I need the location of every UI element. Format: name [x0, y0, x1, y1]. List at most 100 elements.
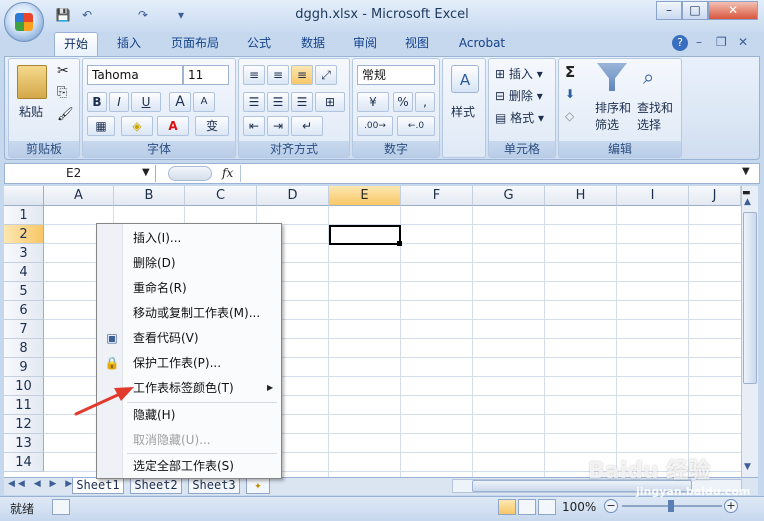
menu-item-delete[interactable]: 删除(D) [133, 252, 176, 274]
phonetic-button[interactable]: 变 [195, 116, 229, 136]
row-header-2[interactable]: 2 [4, 225, 44, 244]
tab-insert[interactable]: 插入 [108, 32, 150, 56]
fill-color-button[interactable]: ◈ [121, 116, 153, 136]
column-header-c[interactable]: C [185, 186, 257, 206]
styles-icon[interactable]: A [451, 65, 479, 93]
wrap-text-icon[interactable]: ↵ [291, 116, 323, 136]
select-all-corner[interactable] [4, 186, 44, 206]
tab-acrobat[interactable]: Acrobat [452, 32, 512, 56]
close-button[interactable]: ✕ [708, 1, 758, 20]
paste-icon[interactable] [17, 65, 47, 99]
sort-filter-icon[interactable] [597, 63, 627, 91]
decrease-indent-icon[interactable]: ⇤ [243, 116, 265, 136]
formula-input[interactable] [240, 165, 740, 182]
ribbon-restore-icon[interactable]: ❐ [716, 35, 727, 49]
formula-splitter[interactable] [168, 166, 212, 181]
insert-sheet-icon[interactable]: ✦ [246, 478, 270, 494]
paste-label[interactable]: 粘贴 [19, 103, 43, 120]
normal-view-icon[interactable] [498, 499, 516, 515]
tab-home[interactable]: 开始 [54, 32, 98, 56]
column-header-a[interactable]: A [44, 186, 114, 206]
office-button[interactable] [4, 2, 44, 42]
column-header-e[interactable]: E [329, 186, 401, 206]
row-header-13[interactable]: 13 [4, 434, 44, 453]
font-color-button[interactable]: A [157, 116, 189, 136]
menu-item-protect-sheet[interactable]: 保护工作表(P)... [133, 352, 221, 374]
format-painter-icon[interactable]: 🖌 [57, 107, 74, 122]
page-layout-view-icon[interactable] [518, 499, 536, 515]
column-header-j[interactable]: J [689, 186, 741, 206]
column-header-b[interactable]: B [114, 186, 185, 206]
macro-record-icon[interactable] [52, 499, 70, 515]
find-select-label-2[interactable]: 选择 [637, 116, 661, 133]
scroll-down-icon[interactable]: ▼ [744, 462, 751, 472]
currency-icon[interactable]: ¥ [357, 92, 389, 112]
percent-button[interactable]: % [393, 92, 413, 112]
zoom-in-icon[interactable]: + [724, 499, 738, 513]
tab-data[interactable]: 数据 [292, 32, 334, 56]
styles-label[interactable]: 样式 [451, 103, 475, 120]
clear-icon[interactable]: ◇ [565, 109, 574, 123]
row-header-7[interactable]: 7 [4, 320, 44, 339]
zoom-out-icon[interactable]: − [604, 499, 618, 513]
maximize-button[interactable]: □ [682, 1, 708, 20]
delete-cells-button[interactable]: ⊟ 删除 ▾ [495, 87, 543, 104]
format-cells-button[interactable]: ▤ 格式 ▾ [495, 109, 544, 126]
autosum-icon[interactable]: Σ [565, 63, 575, 81]
name-box[interactable]: E2 [6, 165, 156, 182]
menu-item-insert[interactable]: 插入(I)... [133, 227, 181, 249]
find-select-label[interactable]: 查找和 [637, 99, 673, 116]
menu-item-rename[interactable]: 重命名(R) [133, 277, 187, 299]
row-header-12[interactable]: 12 [4, 415, 44, 434]
grow-font-button[interactable]: A [169, 92, 191, 112]
tab-review[interactable]: 审阅 [344, 32, 386, 56]
scroll-up-icon[interactable]: ▲ [744, 197, 751, 207]
fill-handle[interactable] [397, 241, 402, 246]
number-format-combo[interactable]: 常规 [357, 65, 435, 85]
sort-filter-label[interactable]: 排序和 [595, 99, 631, 116]
cut-icon[interactable]: ✂ [57, 63, 69, 79]
zoom-level[interactable]: 100% [562, 500, 596, 514]
merge-center-icon[interactable]: ⊞ [315, 92, 345, 112]
shrink-font-button[interactable]: A [193, 92, 215, 112]
underline-button[interactable]: U [131, 92, 161, 112]
help-icon[interactable]: ? [672, 35, 688, 51]
row-header-6[interactable]: 6 [4, 301, 44, 320]
tab-formulas[interactable]: 公式 [238, 32, 280, 56]
fill-icon[interactable]: ⬇ [565, 87, 575, 101]
menu-item-select-all-sheets[interactable]: 选定全部工作表(S) [133, 455, 234, 477]
bold-button[interactable]: B [87, 92, 107, 112]
align-left-icon[interactable]: ☰ [243, 92, 265, 112]
row-header-8[interactable]: 8 [4, 339, 44, 358]
find-select-icon[interactable]: ⌕ [643, 65, 654, 89]
column-header-h[interactable]: H [545, 186, 617, 206]
menu-item-move-copy[interactable]: 移动或复制工作表(M)... [133, 302, 260, 324]
formula-expand-icon[interactable]: ▼ [742, 166, 750, 177]
column-header-g[interactable]: G [473, 186, 545, 206]
row-header-10[interactable]: 10 [4, 377, 44, 396]
workbook-close-icon[interactable]: ✕ [738, 35, 748, 49]
row-header-9[interactable]: 9 [4, 358, 44, 377]
column-header-d[interactable]: D [257, 186, 329, 206]
menu-item-hide[interactable]: 隐藏(H) [133, 404, 175, 426]
row-header-4[interactable]: 4 [4, 263, 44, 282]
align-top-icon[interactable]: ≡ [243, 65, 265, 85]
border-button[interactable]: ▦ [87, 116, 115, 136]
increase-decimal-button[interactable]: .00→ [357, 116, 393, 136]
row-header-11[interactable]: 11 [4, 396, 44, 415]
row-header-1[interactable]: 1 [4, 206, 44, 225]
minimize-button[interactable]: – [656, 1, 682, 20]
menu-item-tab-color[interactable]: 工作表标签颜色(T) [133, 377, 234, 399]
comma-button[interactable]: , [415, 92, 435, 112]
row-header-5[interactable]: 5 [4, 282, 44, 301]
column-header-f[interactable]: F [401, 186, 473, 206]
sheet-tab-3[interactable]: Sheet3 [188, 478, 240, 494]
tab-view[interactable]: 视图 [396, 32, 438, 56]
name-box-dropdown-icon[interactable]: ▼ [142, 167, 150, 178]
align-bottom-icon[interactable]: ≡ [291, 65, 313, 85]
active-cell[interactable] [329, 225, 401, 245]
align-center-icon[interactable]: ☰ [267, 92, 289, 112]
decrease-decimal-button[interactable]: ←.0 [397, 116, 435, 136]
sort-filter-label-2[interactable]: 筛选 [595, 116, 619, 133]
menu-item-view-code[interactable]: 查看代码(V) [133, 327, 199, 349]
